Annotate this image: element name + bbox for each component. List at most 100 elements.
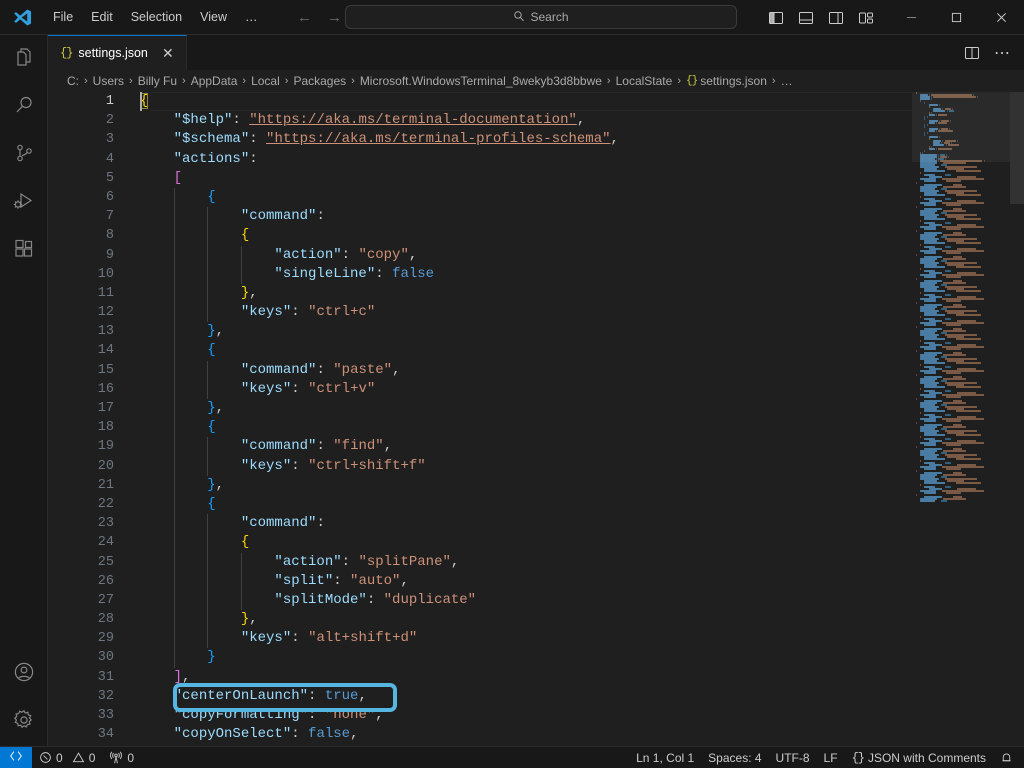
code-line[interactable]: 9 "action": "copy", [48, 246, 1024, 265]
breadcrumb-item-5[interactable]: Packages [293, 74, 346, 88]
go-forward-icon[interactable]: → [327, 10, 343, 25]
code-line[interactable]: 18 { [48, 418, 1024, 437]
code-line[interactable]: 3 "$schema": "https://aka.ms/terminal-pr… [48, 130, 1024, 149]
scrollbar-thumb[interactable] [1010, 92, 1024, 204]
toggle-primary-sidebar-icon[interactable] [761, 3, 791, 33]
activity-search[interactable] [0, 83, 48, 131]
code-line[interactable]: 23 "command": [48, 514, 1024, 533]
activity-source-control[interactable] [0, 131, 48, 179]
code-token: : [316, 438, 333, 454]
toggle-panel-icon[interactable] [791, 3, 821, 33]
code-line[interactable]: 25 "action": "splitPane", [48, 553, 1024, 572]
code-line[interactable]: 32 "centerOnLaunch": true, [48, 687, 1024, 706]
code-token: "keys" [241, 381, 291, 397]
line-number: 32 [48, 687, 140, 706]
code-line[interactable]: 22 { [48, 495, 1024, 514]
tab-close-icon[interactable]: ✕ [160, 45, 176, 62]
breadcrumb-item-6[interactable]: Microsoft.WindowsTerminal_8wekyb3d8bbwe [360, 74, 602, 88]
minimize-button[interactable] [889, 0, 934, 35]
code-line[interactable]: 17 }, [48, 399, 1024, 418]
indent-guide [174, 284, 175, 303]
status-indentation[interactable]: Spaces: 4 [701, 747, 768, 768]
code-line[interactable]: 24 { [48, 533, 1024, 552]
activity-explorer[interactable] [0, 35, 48, 83]
activity-accounts[interactable] [0, 650, 48, 698]
code-lines-container[interactable]: 1{2 "$help": "https://aka.ms/terminal-do… [48, 92, 1024, 746]
breadcrumb-item-0[interactable]: C: [67, 74, 79, 88]
code-line[interactable]: 8 { [48, 226, 1024, 245]
breadcrumb-item-7[interactable]: LocalState [616, 74, 673, 88]
split-editor-right-icon[interactable] [958, 39, 986, 67]
code-line[interactable]: 28 }, [48, 610, 1024, 629]
minimap-token [924, 314, 945, 316]
minimap[interactable] [912, 92, 1010, 746]
editor-vertical-scrollbar[interactable] [1010, 92, 1024, 746]
command-center-search[interactable]: Search [345, 5, 737, 29]
menu-edit[interactable]: Edit [82, 5, 122, 29]
code-line[interactable]: 27 "splitMode": "duplicate" [48, 591, 1024, 610]
go-back-icon[interactable]: ← [297, 10, 313, 25]
menu-view[interactable]: View [191, 5, 236, 29]
code-line[interactable]: 31 ], [48, 668, 1024, 687]
code-line[interactable]: 30 } [48, 648, 1024, 667]
status-remote-window[interactable] [0, 747, 32, 768]
breadcrumb-item-9[interactable]: … [781, 74, 793, 88]
code-token: "command" [241, 208, 317, 224]
toggle-secondary-sidebar-icon[interactable] [821, 3, 851, 33]
code-line[interactable]: 12 "keys": "ctrl+c" [48, 303, 1024, 322]
activity-manage[interactable] [0, 698, 48, 746]
status-ports[interactable]: 0 [102, 747, 141, 768]
code-line[interactable]: 5 [ [48, 169, 1024, 188]
status-eol[interactable]: LF [817, 747, 845, 768]
code-line[interactable]: 29 "keys": "alt+shift+d" [48, 629, 1024, 648]
breadcrumb-item-2[interactable]: Billy Fu [138, 74, 177, 88]
tab-settings-json[interactable]: {} settings.json ✕ [48, 35, 187, 70]
code-line[interactable]: 35 "defaultProfile": "{574e775e-4f2a-5b9… [48, 744, 1024, 746]
code-line[interactable]: 2 "$help": "https://aka.ms/terminal-docu… [48, 111, 1024, 130]
minimap-slider[interactable] [912, 92, 1010, 162]
breadcrumb-item-4[interactable]: Local [251, 74, 280, 88]
code-line[interactable]: 1{ [48, 92, 1024, 111]
line-number: 27 [48, 591, 140, 610]
minimap-token [924, 324, 936, 326]
code-line[interactable]: 11 }, [48, 284, 1024, 303]
menu-more[interactable]: … [236, 5, 267, 29]
more-actions-icon[interactable]: ⋯ [988, 39, 1016, 67]
code-line-text: { [140, 92, 148, 111]
status-encoding[interactable]: UTF-8 [769, 747, 817, 768]
code-line[interactable]: 16 "keys": "ctrl+v" [48, 380, 1024, 399]
code-line[interactable]: 20 "keys": "ctrl+shift+f" [48, 457, 1024, 476]
code-line[interactable]: 7 "command": [48, 207, 1024, 226]
code-line[interactable]: 14 { [48, 341, 1024, 360]
breadcrumb-item-3[interactable]: AppData [191, 74, 238, 88]
code-line[interactable]: 4 "actions": [48, 150, 1024, 169]
breadcrumb-separator: › [346, 75, 360, 87]
status-problems[interactable]: 0 0 [32, 747, 102, 768]
close-button[interactable] [979, 0, 1024, 35]
code-line[interactable]: 13 }, [48, 322, 1024, 341]
activity-run-debug[interactable] [0, 179, 48, 227]
menu-file[interactable]: File [44, 5, 82, 29]
text-editor[interactable]: 1{2 "$help": "https://aka.ms/terminal-do… [48, 92, 1024, 746]
status-cursor-position[interactable]: Ln 1, Col 1 [629, 747, 701, 768]
line-number: 24 [48, 533, 140, 552]
code-line[interactable]: 6 { [48, 188, 1024, 207]
breadcrumb-item-8[interactable]: settings.json [700, 74, 767, 88]
code-line[interactable]: 10 "singleLine": false [48, 265, 1024, 284]
menu-selection[interactable]: Selection [122, 5, 191, 29]
activity-extensions[interactable] [0, 227, 48, 275]
code-line[interactable]: 15 "command": "paste", [48, 361, 1024, 380]
extensions-icon [12, 237, 36, 266]
status-notifications[interactable] [993, 747, 1020, 768]
maximize-button[interactable] [934, 0, 979, 35]
status-language-mode[interactable]: {} JSON with Comments [845, 747, 993, 768]
code-line[interactable]: 34 "copyOnSelect": false, [48, 725, 1024, 744]
code-line-text: "defaultProfile": "{574e775e-4f2a-5b96-a… [140, 744, 669, 746]
code-line[interactable]: 19 "command": "find", [48, 437, 1024, 456]
code-line[interactable]: 21 }, [48, 476, 1024, 495]
breadcrumb-item-1[interactable]: Users [93, 74, 124, 88]
code-line[interactable]: 33 "copyFormatting": "none", [48, 706, 1024, 725]
code-line[interactable]: 26 "split": "auto", [48, 572, 1024, 591]
indent-guide [174, 226, 175, 245]
customize-layout-icon[interactable] [851, 3, 881, 33]
